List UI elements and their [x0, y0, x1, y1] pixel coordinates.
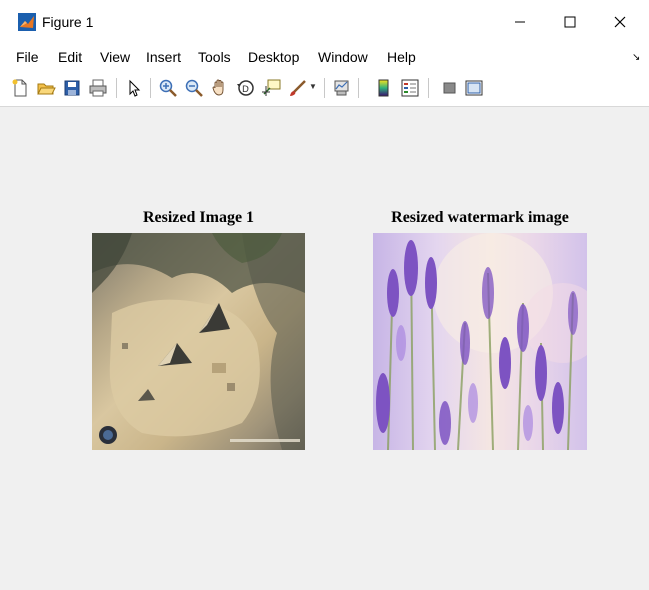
aerial-pyramids-image: [92, 233, 305, 450]
maximize-icon: [564, 16, 576, 28]
pan-hand-icon[interactable]: [210, 78, 230, 98]
zoom-out-icon[interactable]: [184, 78, 204, 98]
data-cursor-icon[interactable]: [262, 78, 282, 98]
insert-colorbar-icon[interactable]: [374, 78, 394, 98]
minimize-button[interactable]: [497, 6, 543, 38]
zoom-in-icon[interactable]: [158, 78, 178, 98]
menu-file[interactable]: File: [16, 49, 39, 65]
print-icon[interactable]: [88, 78, 108, 98]
toolbar-separator: [358, 78, 359, 98]
menu-tools[interactable]: Tools: [198, 49, 231, 65]
window-title: Figure 1: [42, 14, 94, 30]
pointer-icon[interactable]: [124, 78, 144, 98]
menu-insert[interactable]: Insert: [146, 49, 181, 65]
menu-edit[interactable]: Edit: [58, 49, 82, 65]
rotate-3d-icon[interactable]: D: [236, 78, 256, 98]
axes-2-title: Resized watermark image: [391, 209, 569, 226]
toolbar-separator: [116, 78, 117, 98]
toolbar-separator: [150, 78, 151, 98]
link-plot-icon[interactable]: [332, 78, 352, 98]
new-figure-icon[interactable]: [10, 78, 30, 98]
close-icon: [614, 16, 626, 28]
show-plot-tools-icon[interactable]: [464, 78, 484, 98]
axes-1-title: Resized Image 1: [142, 209, 255, 226]
toolbar-separator: [324, 78, 325, 98]
figure-toolbar: D ▼: [0, 70, 649, 107]
dock-arrow-icon[interactable]: ↘: [632, 52, 640, 63]
figure-window: Figure 1 File Edit View Insert Tools Des…: [0, 0, 649, 590]
toolbar-separator: [428, 78, 429, 98]
title-bar[interactable]: Figure 1: [0, 0, 649, 44]
hide-plot-tools-icon[interactable]: [440, 78, 460, 98]
menu-help[interactable]: Help: [387, 49, 416, 65]
menu-bar: File Edit View Insert Tools Desktop Wind…: [0, 44, 649, 70]
menu-view[interactable]: View: [100, 49, 130, 65]
matlab-icon: [18, 13, 36, 31]
open-file-icon[interactable]: [36, 78, 56, 98]
minimize-icon: [515, 21, 525, 23]
lavender-flowers-image: [373, 233, 587, 450]
insert-legend-icon[interactable]: [400, 78, 420, 98]
maximize-button[interactable]: [547, 6, 593, 38]
svg-text:D: D: [242, 85, 249, 95]
close-button[interactable]: [597, 6, 643, 38]
menu-window[interactable]: Window: [318, 49, 368, 65]
menu-desktop[interactable]: Desktop: [248, 49, 299, 65]
save-icon[interactable]: [62, 78, 82, 98]
brush-dropdown-icon[interactable]: ▼: [309, 82, 317, 91]
brush-icon[interactable]: [288, 78, 308, 98]
